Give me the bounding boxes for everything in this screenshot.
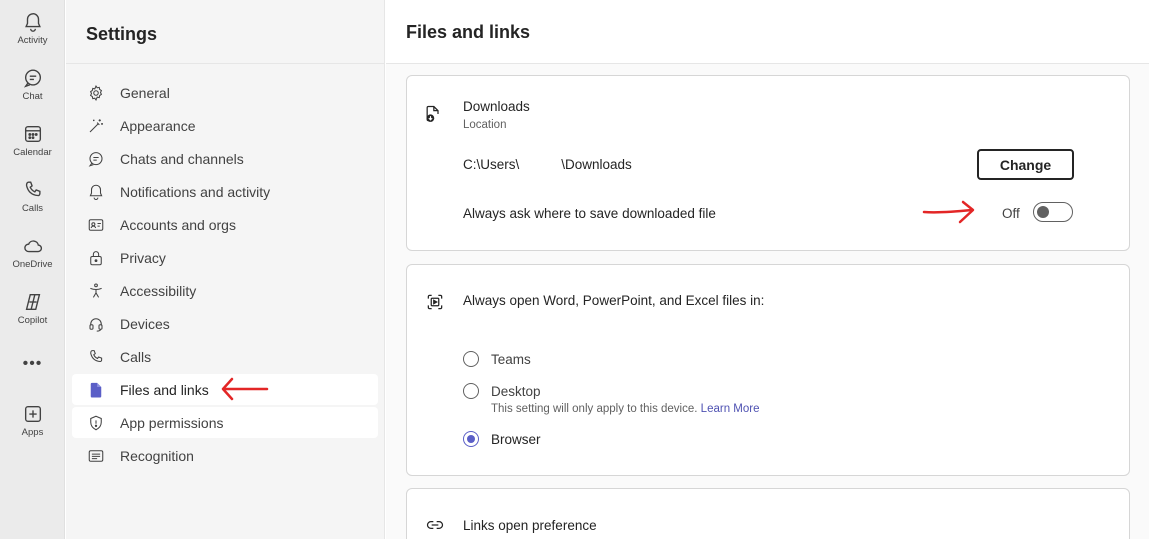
rail-item-label: Calendar xyxy=(13,147,52,158)
rail-item-calls[interactable]: Calls xyxy=(0,179,65,214)
nav-item-label: Privacy xyxy=(120,249,166,266)
page-title: Files and links xyxy=(406,22,531,42)
radio-teams[interactable] xyxy=(463,351,479,367)
downloads-subtitle: Location xyxy=(463,119,507,131)
change-location-button[interactable]: Change xyxy=(977,149,1074,180)
settings-nav-list: General Appearance Chats and channels No… xyxy=(72,77,378,473)
rail-item-chat[interactable]: Chat xyxy=(0,67,65,102)
nav-item-recognition[interactable]: Recognition xyxy=(72,440,378,471)
phone-icon xyxy=(25,181,41,197)
calendar-icon xyxy=(24,125,41,143)
settings-header: Settings xyxy=(66,0,384,64)
toggle-state-label: Off xyxy=(1002,206,1020,221)
nav-item-notifications[interactable]: Notifications and activity xyxy=(72,176,378,207)
rail-item-copilot[interactable]: Copilot xyxy=(0,291,65,326)
document-icon xyxy=(90,382,102,397)
nav-item-general[interactable]: General xyxy=(72,77,378,108)
main-panel: Files and links Downloads Location C:\Us… xyxy=(386,0,1149,539)
nav-item-label: General xyxy=(120,84,170,101)
nav-item-label: Notifications and activity xyxy=(120,183,271,200)
nav-item-devices[interactable]: Devices xyxy=(72,308,378,339)
gear-icon xyxy=(89,84,103,101)
cloud-icon xyxy=(23,240,42,253)
rail-item-label: OneDrive xyxy=(12,259,53,270)
open-files-title: Always open Word, PowerPoint, and Excel … xyxy=(463,293,765,308)
nav-item-calls[interactable]: Calls xyxy=(72,341,378,372)
rail-item-label: Chat xyxy=(22,91,43,102)
nav-item-label: Devices xyxy=(120,315,170,332)
desktop-note: This setting will only apply to this dev… xyxy=(491,403,759,415)
nav-item-accounts-and-orgs[interactable]: Accounts and orgs xyxy=(72,209,378,240)
downloads-card: Downloads Location C:\Users\ \Downloads C… xyxy=(406,75,1130,251)
open-file-preview-icon xyxy=(427,294,443,310)
download-document-icon xyxy=(426,105,439,122)
copilot-icon xyxy=(25,293,40,311)
link-icon xyxy=(426,521,444,529)
rail-item-onedrive[interactable]: OneDrive xyxy=(0,235,65,270)
nav-item-label: Files and links xyxy=(120,381,209,398)
radio-browser-label: Browser xyxy=(491,432,541,447)
nav-item-label: Appearance xyxy=(120,117,196,134)
links-title: Links open preference xyxy=(463,518,597,533)
rail-item-label: Copilot xyxy=(17,315,48,326)
nav-item-chats-and-channels[interactable]: Chats and channels xyxy=(72,143,378,174)
nav-item-files-and-links[interactable]: Files and links xyxy=(72,374,378,405)
radio-desktop-label: Desktop xyxy=(491,384,541,399)
bell-icon xyxy=(24,13,41,32)
download-path: C:\Users\ \Downloads xyxy=(463,157,632,172)
add-apps-icon xyxy=(24,405,41,423)
links-card: Links open preference xyxy=(406,488,1130,539)
contact-card-icon xyxy=(88,218,104,231)
always-ask-toggle[interactable] xyxy=(1033,202,1073,222)
rail-item-label: Apps xyxy=(21,427,44,438)
nav-item-label: Recognition xyxy=(120,447,194,464)
more-apps-dots[interactable]: ••• xyxy=(0,355,65,373)
nav-item-appearance[interactable]: Appearance xyxy=(72,110,378,141)
radio-desktop[interactable] xyxy=(463,383,479,399)
path-suffix: \Downloads xyxy=(561,157,632,172)
radio-teams-label: Teams xyxy=(491,352,531,367)
main-header: Files and links xyxy=(386,0,1149,64)
settings-nav: Settings General Appearance Chats and ch… xyxy=(66,0,385,539)
shield-icon xyxy=(90,415,102,430)
path-prefix: C:\Users\ xyxy=(463,157,520,172)
bell-icon xyxy=(89,184,103,200)
desktop-note-text: This setting will only apply to this dev… xyxy=(491,403,698,415)
accessibility-icon xyxy=(90,283,102,298)
rail-item-label: Activity xyxy=(17,35,48,46)
nav-item-privacy[interactable]: Privacy xyxy=(72,242,378,273)
toggle-knob xyxy=(1037,206,1049,218)
magic-wand-icon xyxy=(89,118,103,132)
settings-title: Settings xyxy=(86,24,158,44)
always-ask-label: Always ask where to save downloaded file xyxy=(463,206,716,221)
radio-browser[interactable] xyxy=(463,431,479,447)
open-files-card: Always open Word, PowerPoint, and Excel … xyxy=(406,264,1130,476)
app-rail: Activity Chat Calendar Calls OneDrive Co… xyxy=(0,0,65,539)
headset-icon xyxy=(89,317,103,332)
rail-item-calendar[interactable]: Calendar xyxy=(0,123,65,158)
nav-item-label: Accessibility xyxy=(120,282,197,299)
chat-icon xyxy=(88,151,103,167)
rail-item-apps[interactable]: Apps xyxy=(0,403,65,438)
nav-item-label: App permissions xyxy=(120,414,224,431)
text-panel-icon xyxy=(88,449,104,462)
chat-icon xyxy=(23,69,41,88)
rail-item-label: Calls xyxy=(21,203,44,214)
nav-item-label: Chats and channels xyxy=(120,150,244,167)
nav-item-accessibility[interactable]: Accessibility xyxy=(72,275,378,306)
nav-item-app-permissions[interactable]: App permissions xyxy=(72,407,378,438)
lock-icon xyxy=(90,250,102,265)
learn-more-link[interactable]: Learn More xyxy=(701,403,760,415)
rail-item-activity[interactable]: Activity xyxy=(0,11,65,46)
phone-icon xyxy=(90,349,103,362)
nav-item-label: Accounts and orgs xyxy=(120,216,236,233)
nav-item-label: Calls xyxy=(120,348,152,365)
downloads-title: Downloads xyxy=(463,99,530,114)
